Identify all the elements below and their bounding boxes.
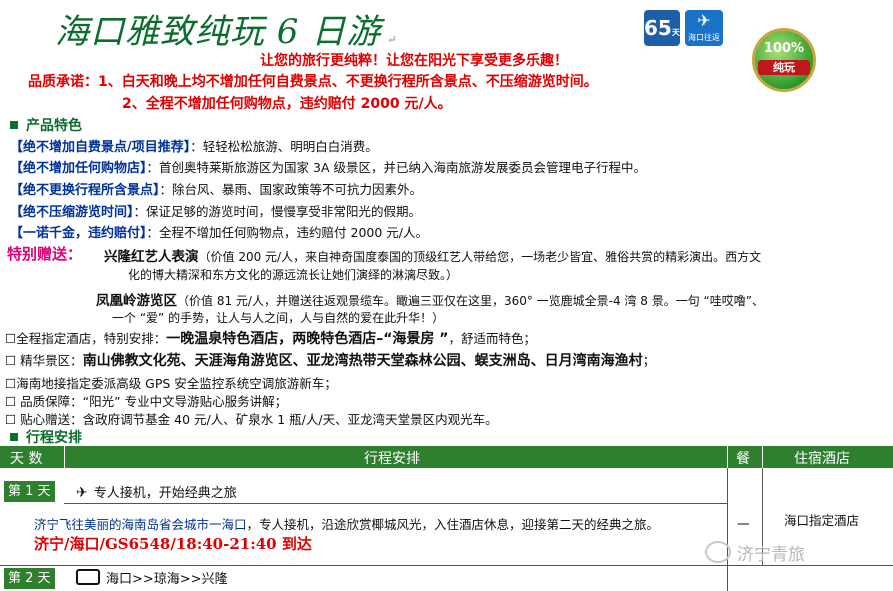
- gift-2-cont: 一个 “爱” 的手势，让人与人之间，人与自然的爱在此升华！）: [112, 311, 445, 325]
- days-logo: 65天晚: [644, 10, 688, 46]
- day-1-label: 第 1 天: [4, 481, 55, 502]
- col-meal: 餐: [736, 451, 750, 467]
- day-1-title: ✈ 专人接机，开始经典之旅: [76, 485, 237, 501]
- gift-1: 兴隆红艺人表演（价值 200 元/人，来自神奇国度泰国的顶级红艺人带给您，一场老…: [104, 249, 762, 265]
- bus-icon: [76, 569, 100, 585]
- plane-icon: ✈: [76, 485, 88, 501]
- watermark: 济宁青旅: [705, 540, 805, 565]
- day-1-description: 济宁飞往美丽的海南岛省会城市一海口，专人接机，沿途欣赏椰城风光，入住酒店休息，迎…: [34, 517, 660, 532]
- day-2-title: 海口>>琼海>>兴隆: [76, 568, 228, 587]
- col-hotel: 住宿酒店: [794, 451, 850, 467]
- itinerary-table-header: 天 数 行程安排 餐 住宿酒店: [0, 446, 893, 468]
- day-2-label: 第 2 天: [4, 568, 55, 589]
- day-1-meal: 一: [737, 517, 750, 532]
- feature-item: 【绝不压缩游览时间】：保证足够的游览时间，慢慢享受非常阳光的假期。: [10, 204, 422, 220]
- airline-logo: ✈ 海口往返: [685, 10, 723, 46]
- promise-line-1: 品质承诺：1、白天和晚上均不增加任何自费景点、不更换行程所含景点、不压缩游览时间…: [28, 74, 598, 90]
- features-heading: 产品特色: [10, 115, 82, 135]
- gift-label: 特别赠送：: [7, 245, 83, 263]
- slogan: 让您的旅行更纯粹！让您在阳光下享受更多乐趣！: [260, 53, 568, 69]
- day-1-hotel: 海口指定酒店: [784, 513, 860, 528]
- service-item: ☐全程指定酒店，特别安排：一晚温泉特色酒店，两晚特色酒店–“海景房 ”，舒适而特…: [5, 331, 537, 347]
- service-item: ☐海南地接指定委派高级 GPS 安全监控系统空调旅游新车；: [5, 376, 337, 391]
- square-bullet-icon: [10, 433, 18, 441]
- service-item: ☐ 品质保障：“阳光” 专业中文导游贴心服务讲解；: [5, 394, 288, 409]
- gift-2: 凤凰岭游览区（价值 81 元/人，并赠送往返观景缆车。瞰遍三亚仅在这里，360°…: [96, 293, 764, 309]
- itinerary-heading: 行程安排: [10, 427, 82, 447]
- page-title: 海口雅致纯玩 6 日游 ↵: [55, 12, 398, 52]
- bird-icon: ✈: [697, 11, 711, 30]
- promise-line-2: 2、全程不增加任何购物点，违约赔付 2000 元/人。: [122, 96, 452, 112]
- square-bullet-icon: [10, 121, 18, 129]
- day-1-flight: 济宁/海口/GS6548/18:40-21:40 到达: [34, 535, 312, 553]
- feature-item: 【绝不增加自费景点/项目推荐】：轻轻松松旅游、明明白白消费。: [10, 139, 378, 155]
- col-day: 天 数: [10, 451, 43, 467]
- service-item: ☐ 精华景区：南山佛教文化苑、天涯海角游览区、亚龙湾热带天堂森林公园、蜈支洲岛、…: [5, 353, 656, 369]
- quality-seal: 100% 纯玩: [752, 28, 816, 92]
- service-item: ☐ 贴心赠送：含政府调节基金 40 元/人、矿泉水 1 瓶/人/天、亚龙湾天堂景…: [5, 412, 498, 427]
- feature-item: 【绝不更换行程所含景点】：除台风、暴雨、国家政策等不可抗力因素外。: [10, 182, 423, 198]
- col-plan: 行程安排: [364, 451, 420, 467]
- feature-item: 【绝不增加任何购物店】：首创奥特莱斯旅游区为国家 3A 级景区，并已纳入海南旅游…: [10, 160, 646, 176]
- feature-item: 【一诺千金，违约赔付】：全程不增加任何购物点，违约赔付 2000 元/人。: [10, 225, 428, 241]
- gift-1-cont: 化的博大精深和东方文化的源远流长让她们演绎的淋漓尽致。）: [128, 268, 459, 282]
- wechat-icon: [705, 541, 731, 563]
